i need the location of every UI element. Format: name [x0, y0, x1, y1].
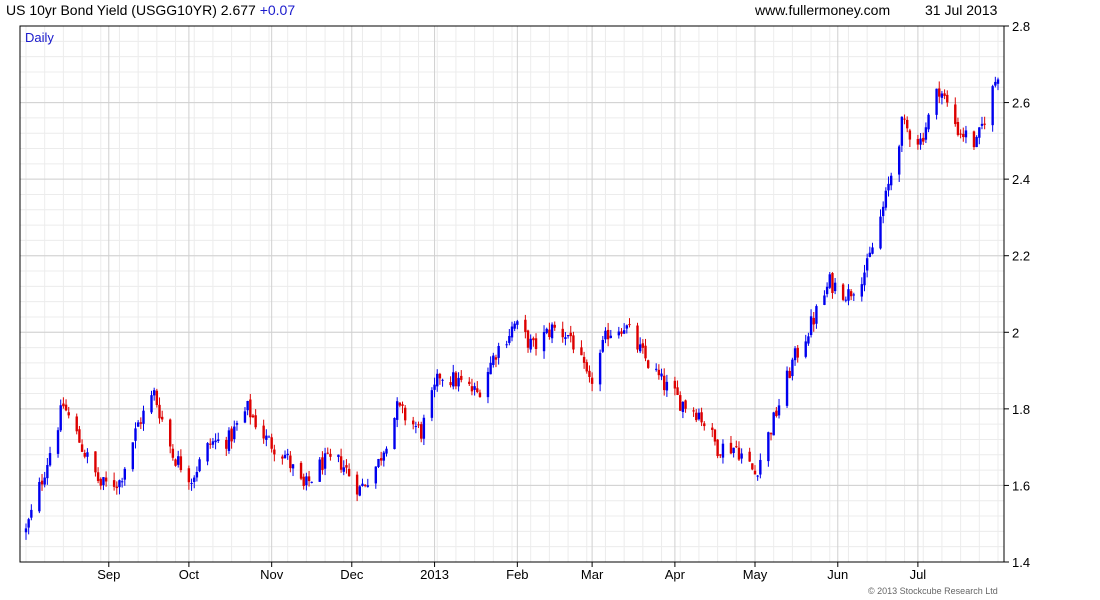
candle [174, 458, 177, 467]
x-tick-label: Oct [179, 567, 200, 582]
candle [772, 411, 775, 436]
candle [299, 461, 303, 481]
candle [131, 442, 135, 472]
candle [785, 366, 789, 408]
x-tick-label: Feb [506, 567, 528, 582]
candle [991, 84, 994, 132]
y-tick-label: 2 [1012, 325, 1019, 340]
candle [377, 458, 380, 469]
candle [227, 427, 231, 454]
candle [198, 457, 201, 473]
y-tick-label: 1.8 [1012, 402, 1030, 417]
candle [393, 417, 396, 450]
candle [38, 477, 41, 514]
x-axis: Sep Oct Nov Dec 2013 Feb Mar Apr May Jun Jul [97, 562, 926, 582]
x-tick-label: Jul [910, 567, 927, 582]
x-tick-label: Mar [581, 567, 604, 582]
candle [56, 427, 60, 458]
candle [358, 485, 361, 497]
candle [716, 439, 719, 459]
x-tick-label: Jun [827, 567, 848, 582]
candle [636, 322, 639, 353]
candle [155, 388, 159, 408]
candle [751, 463, 754, 471]
candle [935, 88, 938, 120]
y-tick-label: 1.6 [1012, 478, 1030, 493]
candle [75, 413, 78, 435]
candle [972, 130, 976, 150]
candle [430, 387, 434, 422]
candle [828, 272, 831, 290]
y-axis: 1.4 1.6 1.8 2 2.2 2.4 2.6 2.8 [1004, 19, 1030, 570]
y-tick-label: 1.4 [1012, 555, 1030, 570]
price-chart: 1.4 1.6 1.8 2 2.2 2.4 2.6 2.8 Sep Oct Nov Dec 2013 F… [19, 19, 1030, 582]
x-tick-label: Dec [340, 567, 364, 582]
y-tick-label: 2.2 [1012, 249, 1030, 264]
candle [975, 135, 978, 148]
x-tick-label: May [743, 567, 768, 582]
y-tick-label: 2.8 [1012, 19, 1030, 34]
period-label: Daily [25, 30, 54, 45]
y-tick-label: 2.4 [1012, 172, 1030, 187]
y-tick-label: 2.6 [1012, 96, 1030, 111]
x-tick-label: 2013 [420, 567, 449, 582]
x-tick-label: Apr [665, 567, 686, 582]
candle [841, 283, 845, 302]
candle [646, 359, 650, 369]
candle [927, 113, 930, 133]
candle [318, 457, 321, 482]
x-tick-label: Sep [97, 567, 120, 582]
x-tick-label: Nov [260, 567, 284, 582]
copyright: © 2013 Stockcube Research Ltd [868, 586, 998, 596]
